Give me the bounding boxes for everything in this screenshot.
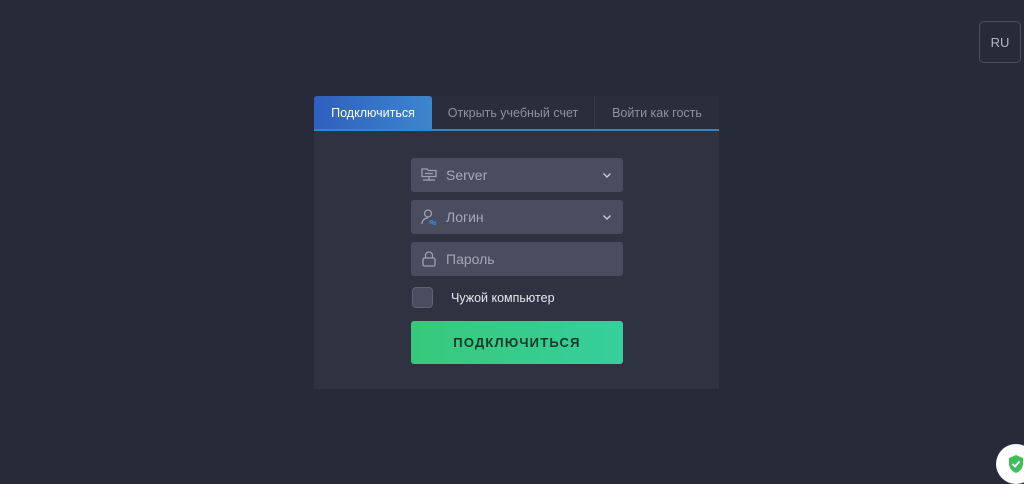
tab-guest-login[interactable]: Войти как гость xyxy=(595,96,719,129)
password-field[interactable]: Пароль xyxy=(411,242,623,276)
tab-guest-login-label: Войти как гость xyxy=(612,105,702,120)
connect-button[interactable]: ПОДКЛЮЧИТЬСЯ xyxy=(411,321,623,364)
password-placeholder: Пароль xyxy=(446,251,495,267)
shield-check-icon xyxy=(1005,453,1024,475)
tab-open-demo-account-label: Открыть учебный счет xyxy=(447,105,579,120)
tab-bar: Подключиться Открыть учебный счет Войти … xyxy=(314,96,719,131)
lock-icon xyxy=(420,250,438,268)
server-select-value: Server xyxy=(446,167,488,183)
connect-button-label: ПОДКЛЮЧИТЬСЯ xyxy=(453,335,581,350)
server-icon xyxy=(420,166,438,184)
login-select[interactable]: Логин xyxy=(411,200,623,234)
tab-open-demo-account[interactable]: Открыть учебный счет xyxy=(432,96,595,129)
chevron-down-icon xyxy=(601,211,613,223)
language-button[interactable]: RU xyxy=(979,21,1021,63)
tab-connect-label: Подключиться xyxy=(331,105,415,120)
tab-connect[interactable]: Подключиться xyxy=(314,96,432,129)
chevron-down-icon xyxy=(601,169,613,181)
remember-row: Чужой компьютер xyxy=(412,287,555,308)
login-select-value: Логин xyxy=(446,209,484,225)
foreign-computer-checkbox[interactable] xyxy=(412,287,433,308)
security-badge[interactable] xyxy=(996,444,1024,484)
foreign-computer-label: Чужой компьютер xyxy=(451,290,555,305)
language-label: RU xyxy=(990,34,1010,50)
login-panel: Подключиться Открыть учебный счет Войти … xyxy=(314,96,719,389)
server-select[interactable]: Server xyxy=(411,158,623,192)
user-icon xyxy=(420,208,438,226)
